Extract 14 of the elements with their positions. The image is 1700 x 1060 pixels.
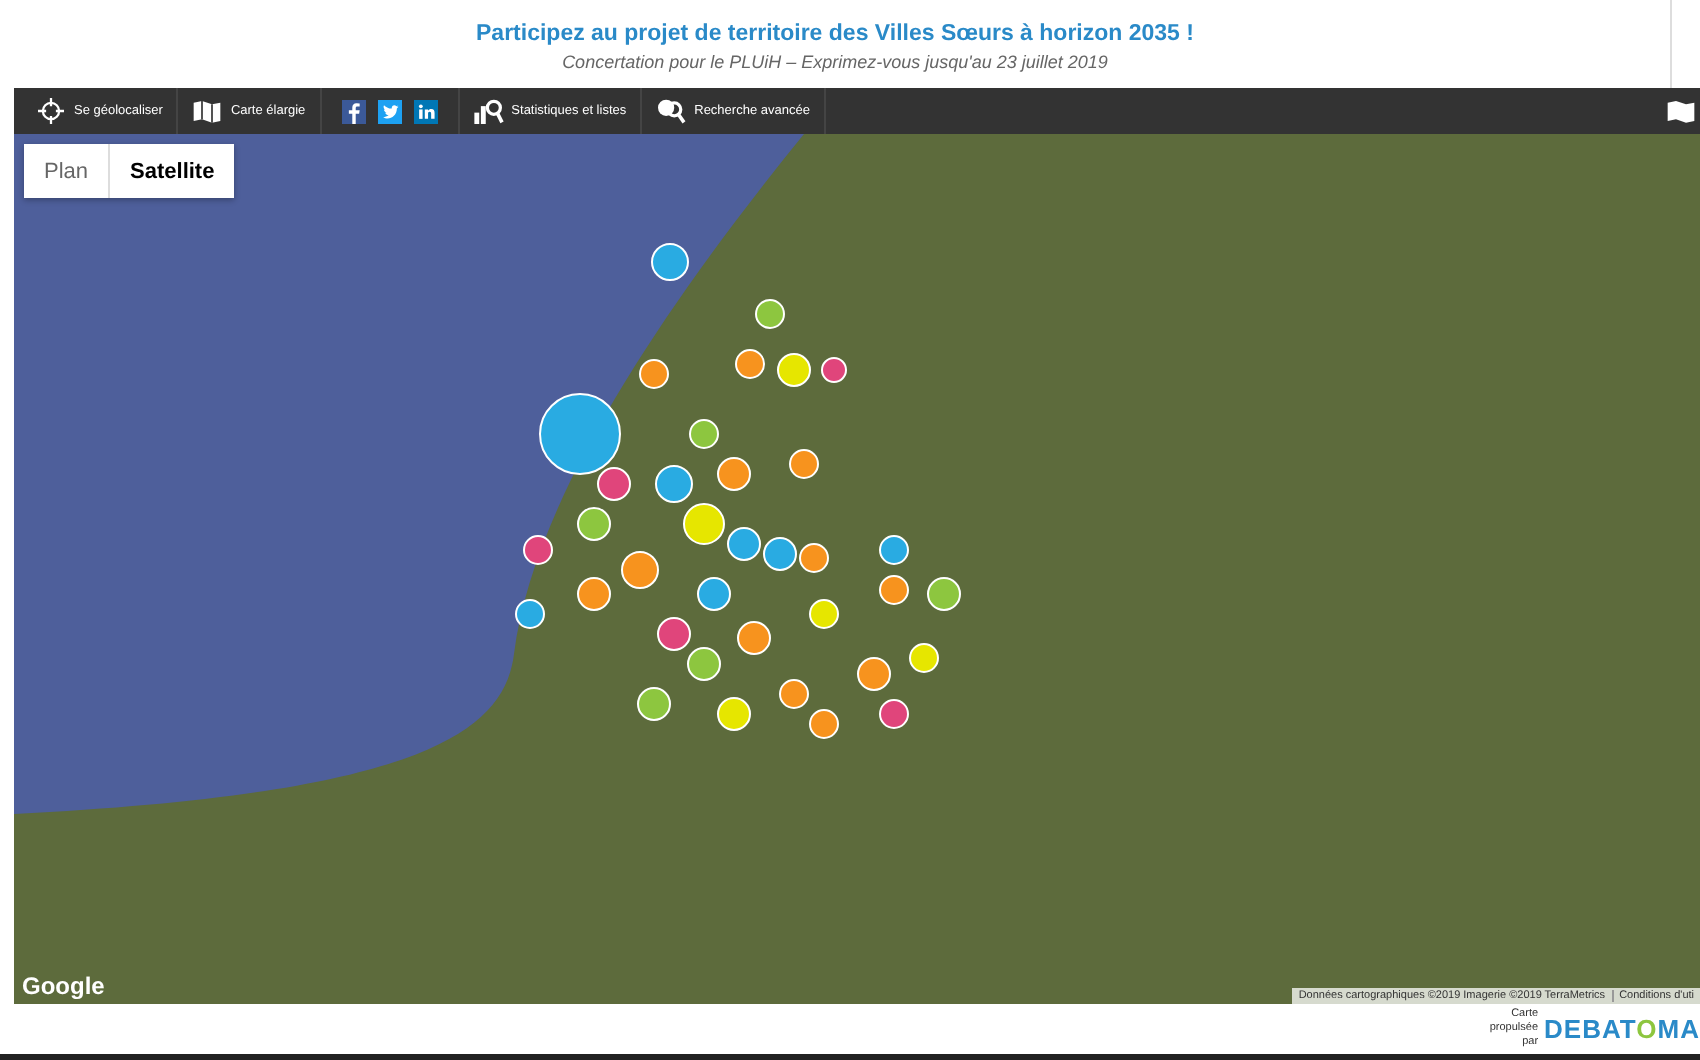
page-subtitle: Concertation pour le PLUiH – Exprimez-vous jusqu'au 23 juillet 2019: [562, 51, 1108, 71]
facebook-icon[interactable]: [341, 99, 366, 123]
twitter-icon[interactable]: [377, 99, 402, 123]
linkedin-icon[interactable]: [413, 99, 438, 123]
folded-map-icon: [192, 98, 223, 124]
chart-magnifier-icon: [473, 98, 504, 124]
crosshair-icon: [36, 98, 66, 124]
people-search-icon: [656, 98, 687, 124]
brand-logo[interactable]: DEBATOMA: [1544, 1014, 1700, 1044]
map-type-tab[interactable]: Satellite: [108, 144, 235, 198]
folded-map-icon[interactable]: [1666, 98, 1696, 124]
page-title: Participez au projet de territoire des Villes Sœurs à horizon 2035 !: [476, 21, 1194, 45]
map-logo: Google: [22, 972, 105, 1000]
map-type-tab[interactable]: Plan: [24, 144, 109, 198]
